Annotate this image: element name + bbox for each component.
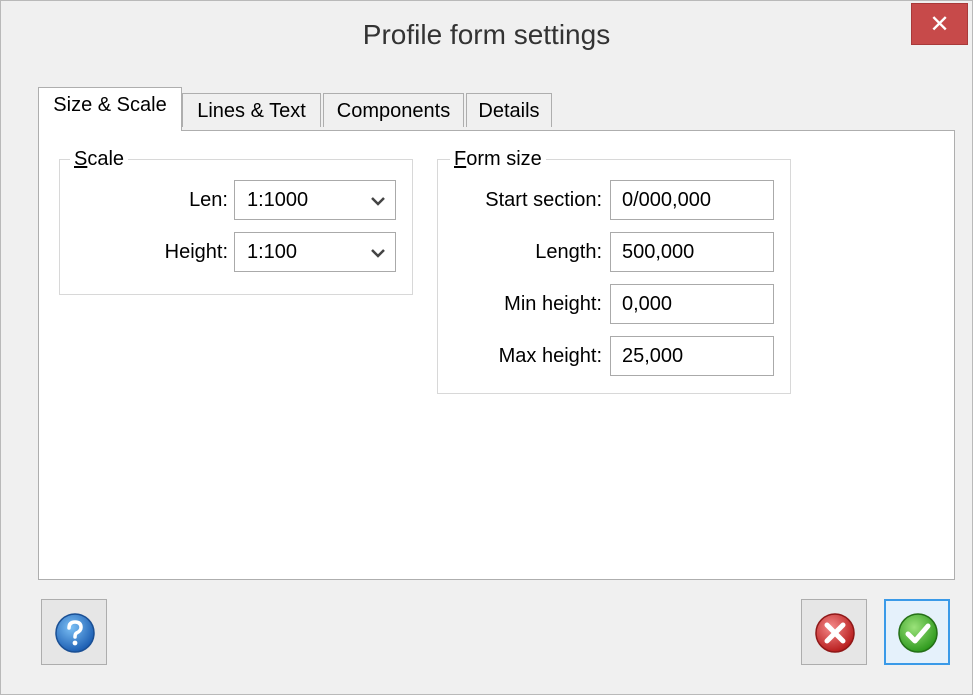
form-size-group: Form size Start section: 0/000,000 Lengt… <box>437 148 791 394</box>
close-button[interactable]: ✕ <box>911 3 968 45</box>
scale-group: Scale Len: 1:1000 Height: 1:100 <box>59 148 413 295</box>
window-title: Profile form settings <box>362 19 611 50</box>
max-height-input[interactable]: 25,000 <box>610 336 774 376</box>
chevron-down-icon <box>371 197 385 206</box>
close-icon: ✕ <box>929 11 950 38</box>
tab-components[interactable]: Components <box>323 93 464 127</box>
start-section-label: Start section: <box>485 189 602 211</box>
chevron-down-icon <box>371 249 385 258</box>
cancel-button[interactable] <box>801 599 867 665</box>
start-section-input[interactable]: 0/000,000 <box>610 180 774 220</box>
max-height-label: Max height: <box>498 345 602 367</box>
help-icon <box>55 613 95 653</box>
len-label: Len: <box>189 189 228 211</box>
form-size-group-title: Form size <box>450 148 546 171</box>
height-select[interactable]: 1:100 <box>234 232 396 272</box>
help-button[interactable] <box>41 599 107 665</box>
tab-details[interactable]: Details <box>466 93 552 127</box>
min-height-input[interactable]: 0,000 <box>610 284 774 324</box>
tab-panel: Scale Len: 1:1000 Height: 1:100 Form siz… <box>38 130 955 580</box>
title-bar: Profile form settings ✕ <box>1 1 972 73</box>
scale-group-title: Scale <box>70 148 129 171</box>
length-label: Length: <box>535 241 602 263</box>
tab-size-scale[interactable]: Size & Scale <box>38 87 182 131</box>
cancel-icon <box>815 613 855 653</box>
min-height-label: Min height: <box>504 293 602 315</box>
tab-lines-text[interactable]: Lines & Text <box>182 93 321 127</box>
length-input[interactable]: 500,000 <box>610 232 774 272</box>
ok-button[interactable] <box>884 599 950 665</box>
dialog-window: Profile form settings ✕ Size & Scale Lin… <box>0 0 973 695</box>
len-select[interactable]: 1:1000 <box>234 180 396 220</box>
ok-icon <box>898 613 938 653</box>
height-label: Height: <box>164 241 228 263</box>
